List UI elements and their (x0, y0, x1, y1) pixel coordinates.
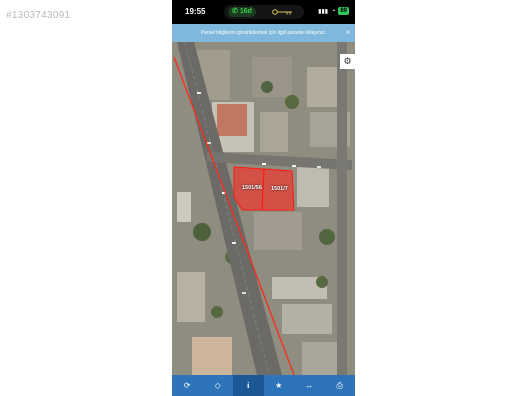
phone-screen: 19:55 ✆ 16d ▮▮▮ ◔ 89 Parsel bilgilerini … (172, 0, 355, 396)
settings-button[interactable]: ⚙ (340, 54, 355, 69)
gear-icon: ⚙ (343, 56, 352, 66)
satellite-map[interactable]: 1501/56 1501/7 ⚙ (172, 42, 355, 375)
phone-icon: ✆ (232, 8, 240, 15)
locate-button[interactable]: ◇ (203, 375, 234, 396)
close-icon[interactable]: × (345, 24, 350, 42)
refresh-icon: ⟳ (183, 381, 191, 390)
listing-id: #1303743091 (6, 10, 71, 21)
bottom-toolbar: ⟳ ◇ i ★ ↔ ⎙ (172, 375, 355, 396)
signal-icon: ▮▮▮ (318, 8, 329, 15)
info-banner: Parsel bilgilerini görüntülemek için ilg… (172, 24, 355, 42)
favorite-button[interactable]: ★ (264, 375, 295, 396)
battery-icon: 89 (338, 7, 349, 15)
status-bar: 19:55 ✆ 16d ▮▮▮ ◔ 89 (172, 0, 355, 24)
measure-button[interactable]: ↔ (294, 375, 325, 396)
map-imagery (172, 42, 355, 375)
ruler-icon: ↔ (305, 381, 314, 390)
status-icons: ▮▮▮ ◔ 89 (318, 7, 349, 15)
refresh-button[interactable]: ⟳ (172, 375, 203, 396)
info-button[interactable]: i (233, 375, 264, 396)
call-pill: ✆ 16d (228, 7, 256, 17)
print-button[interactable]: ⎙ (325, 375, 356, 396)
key-icon (272, 9, 292, 15)
info-icon: i (247, 381, 250, 390)
status-time: 19:55 (185, 7, 206, 16)
parcel-label[interactable]: 1501/56 (242, 185, 262, 191)
dynamic-island: ✆ 16d (224, 5, 304, 19)
star-icon: ★ (275, 381, 283, 390)
print-icon: ⎙ (336, 380, 343, 390)
parcel-label[interactable]: 1501/7 (271, 186, 288, 192)
call-duration: 16d (239, 8, 252, 15)
locate-icon: ◇ (214, 381, 221, 390)
wifi-icon: ◔ (331, 7, 336, 15)
banner-text: Parsel bilgilerini görüntülemek için ilg… (200, 30, 327, 36)
